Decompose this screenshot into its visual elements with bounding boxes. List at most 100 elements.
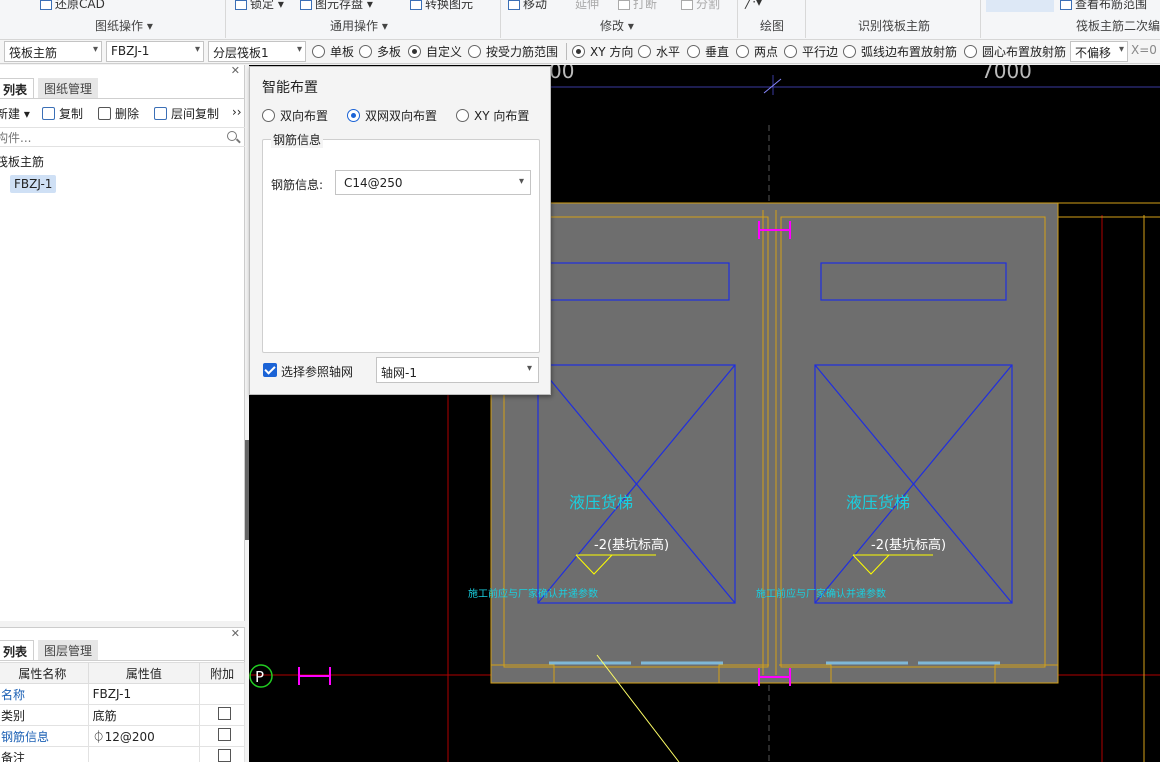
ref-axis-checkbox[interactable] [263,363,277,377]
save-element-button[interactable]: 图元存盘 ▾ [300,0,373,12]
radio-custom[interactable]: 自定义 [408,43,462,60]
group-drawing-ops[interactable]: 图纸操作 ▾ [95,17,153,34]
table-row[interactable]: 备注 [0,746,245,762]
property-name: 名称 [0,683,89,705]
search-input[interactable] [0,129,216,146]
property-value[interactable]: ⏀12@200 [87,725,201,747]
ribbon-separator [225,0,226,38]
radio-parallel-edge[interactable]: 平行边 [784,43,838,60]
delete-button[interactable]: 删除 [98,105,139,122]
property-panel: ✕ 列表 图层管理 属性名称 属性值 附加 名称 FBZJ-1 类别 底筋 钢筋… [0,627,245,762]
ref-axis-label: 选择参照轴网 [281,365,354,379]
x-coordinate-field[interactable]: X= 0 [1131,43,1157,57]
axis-bubble-label: P [255,668,264,686]
radio-horizontal[interactable]: 水平 [638,43,680,60]
radio-circle [408,45,421,58]
radio-circle [456,109,469,122]
axis-net-select[interactable]: 轴网-1 [376,357,539,383]
radio-xy-layout[interactable]: XY 向布置 [456,107,529,124]
convert-element-button[interactable]: 转换图元 [410,0,473,12]
draw-icon: ╱·▾ [745,0,763,9]
property-value[interactable]: FBZJ-1 [87,683,201,705]
tree-item-fbzj-1[interactable]: FBZJ-1 [10,175,57,193]
elevation-label-left: -2(基坑标高) [594,537,669,553]
radio-stress-range[interactable]: 按受力筋范围 [468,43,558,60]
radio-multi-board[interactable]: 多板 [359,43,401,60]
layer-select[interactable]: 分层筏板1 [208,41,306,62]
radio-single-board[interactable]: 单板 [312,43,354,60]
radio-circle [468,45,481,58]
radio-center-radial[interactable]: 圆心布置放射筋 [964,43,1066,60]
tab-divider [0,98,245,99]
element-name-select[interactable]: FBZJ-1 [106,41,204,62]
property-table: 属性名称 属性值 附加 名称 FBZJ-1 类别 底筋 钢筋信息 ⏀12@200… [0,662,245,762]
radio-bidirectional[interactable]: 双向布置 [262,107,328,124]
header-name: 属性名称 [0,662,89,684]
table-row[interactable]: 类别 底筋 [0,704,245,726]
extra-checkbox[interactable] [217,728,231,741]
lock-button[interactable]: 锁定 ▾ [235,0,284,12]
radio-circle [262,109,275,122]
save-element-icon [300,0,312,10]
lock-icon [235,0,247,10]
rebar-info-select[interactable]: C14@250 [335,170,531,195]
radio-circle [736,45,749,58]
element-type-select[interactable]: 筏板主筋 [4,41,102,62]
property-extra [199,704,245,726]
radio-xy-direction[interactable]: XY 方向 [572,43,633,60]
move-button[interactable]: 移动 [508,0,547,12]
more-actions-button[interactable]: ›› [232,105,242,119]
ribbon: 还原CAD 锁定 ▾ 图元存盘 ▾ 转换图元 移动 延伸 打断 分割 ╱·▾ 查… [0,0,1160,40]
radio-circle [359,45,372,58]
property-name: 备注 [0,746,89,762]
radio-two-points[interactable]: 两点 [736,43,778,60]
property-value[interactable] [87,746,201,762]
table-row[interactable]: 名称 FBZJ-1 [0,683,245,705]
tab-layer-management[interactable]: 图层管理 [38,640,99,660]
search-icon[interactable] [227,131,237,141]
radio-double-net-bidirectional[interactable]: 双网双向布置 [347,107,437,124]
group-modify[interactable]: 修改 ▾ [600,17,634,34]
draw-dropdown[interactable]: ╱·▾ [745,0,762,9]
table-row[interactable]: 钢筋信息 ⏀12@200 [0,725,245,747]
group-common-ops[interactable]: 通用操作 ▾ [330,17,388,34]
close-icon[interactable]: ✕ [231,627,240,640]
drawing-toolbar: 筏板主筋 FBZJ-1 分层筏板1 单板 多板 自定义 按受力筋范围 XY 方向… [0,40,1160,64]
restore-cad-button[interactable]: 还原CAD [40,0,105,12]
offset-select[interactable]: 不偏移 [1070,41,1128,62]
tab-property-list[interactable]: 列表 [0,640,35,660]
tab-divider [0,660,245,661]
extra-checkbox[interactable] [217,749,231,762]
tree-group-label[interactable]: 筏板主筋 [0,153,44,170]
floor-copy-icon [154,107,167,120]
property-value[interactable]: 底筋 [87,704,201,726]
group-draw: 绘图 [760,19,785,33]
slab-area [491,203,1058,683]
extend-button[interactable]: 延伸 [575,0,599,12]
property-extra [199,683,245,705]
axis-marker-left [298,667,331,685]
ribbon-separator [737,0,738,38]
property-name: 类别 [0,704,89,726]
property-extra [199,725,245,747]
close-icon[interactable]: ✕ [231,64,240,77]
radio-arc-radial[interactable]: 弧线边布置放射筋 [843,43,957,60]
split-button[interactable]: 分割 [681,0,720,12]
break-button[interactable]: 打断 [618,0,657,12]
copy-icon [42,107,55,120]
copy-button[interactable]: 复制 [42,105,83,122]
view-rebar-range-button[interactable]: 查看布筋范围 [1060,0,1147,12]
radio-circle [312,45,325,58]
header-extra: 附加 [199,662,245,684]
extra-checkbox[interactable] [217,707,231,720]
tab-component-list[interactable]: 列表 [0,78,35,98]
tab-drawing-management[interactable]: 图纸管理 [38,78,99,98]
new-button[interactable]: 新建 ▾ [0,105,30,122]
trash-icon [98,107,111,120]
radio-vertical[interactable]: 垂直 [687,43,729,60]
radio-circle [964,45,977,58]
floor-copy-button[interactable]: 层间复制 [154,105,219,122]
ribbon-separator [500,0,501,38]
radio-circle [638,45,651,58]
rebar-info-label: 钢筋信息: [271,178,324,192]
